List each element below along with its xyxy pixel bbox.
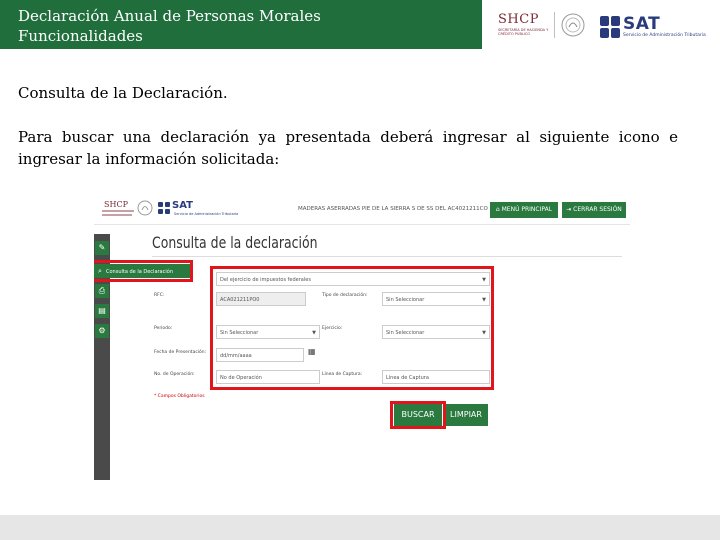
app-sat-subtitle: Servicio de Administración Tributaria bbox=[174, 212, 239, 216]
rfc-label: RFC: bbox=[154, 293, 165, 298]
shcp-logo-subtitle: SECRETARÍA DE HACIENDA Y CRÉDITO PÚBLICO bbox=[498, 28, 549, 36]
page-title: Consulta de la declaración bbox=[152, 233, 318, 252]
app-shcp-subline bbox=[102, 210, 134, 212]
app-shcp-logo: SHCP bbox=[104, 200, 128, 209]
logo-separator bbox=[554, 12, 555, 38]
logout-button[interactable]: ⇥ CERRAR SESIÓN bbox=[562, 202, 626, 218]
footer-band bbox=[0, 515, 720, 540]
header-title-line1: Declaración Anual de Personas Morales bbox=[18, 7, 321, 25]
header-title: Declaración Anual de Personas Morales Fu… bbox=[18, 6, 321, 46]
heading-divider bbox=[152, 256, 622, 257]
periodo-label: Periodo: bbox=[154, 326, 173, 331]
logout-label: CERRAR SESIÓN bbox=[573, 206, 622, 213]
sidebar-highlight-box bbox=[94, 260, 193, 282]
main-menu-label: MENÚ PRINCIPAL bbox=[501, 206, 553, 213]
national-seal-icon bbox=[561, 13, 585, 37]
sat-logo: SAT bbox=[623, 14, 661, 34]
main-menu-button[interactable]: ⌂ MENÚ PRINCIPAL bbox=[490, 202, 558, 218]
section-title: Consulta de la Declaración. bbox=[18, 84, 228, 102]
app-shcp-subline bbox=[102, 214, 132, 216]
edit-icon: ✎ bbox=[98, 243, 106, 252]
sidebar-print-button[interactable]: ⎙ bbox=[95, 284, 109, 298]
shcp-logo: SHCP bbox=[498, 12, 539, 27]
required-fields-note: * Campos Obligatorios bbox=[154, 394, 205, 399]
print-icon: ⎙ bbox=[98, 286, 106, 295]
sidebar-document-button[interactable]: ▤ bbox=[95, 304, 109, 318]
settings-icon: ⚙ bbox=[98, 326, 106, 335]
app-sat-logo: SAT bbox=[172, 200, 193, 211]
sidebar-settings-button[interactable]: ⚙ bbox=[95, 324, 109, 338]
operacion-label: No. de Operación: bbox=[154, 372, 195, 377]
app-sat-icon bbox=[158, 202, 170, 214]
search-button-highlight-box bbox=[390, 401, 446, 429]
sidebar-edit-button[interactable]: ✎ bbox=[95, 241, 109, 255]
app-screenshot: SHCP SAT Servicio de Administración Trib… bbox=[94, 196, 630, 480]
clear-button[interactable]: LIMPIAR bbox=[444, 404, 488, 426]
sat-logo-icon bbox=[600, 16, 620, 38]
header-banner: Declaración Anual de Personas Morales Fu… bbox=[0, 0, 482, 47]
document-icon: ▤ bbox=[98, 306, 106, 315]
fecha-label: Fecha de Presentación: bbox=[154, 350, 207, 355]
header-underline bbox=[0, 47, 482, 49]
taxpayer-name: MADERAS ASERRADAS PIE DE LA SIERRA S DE … bbox=[298, 206, 488, 212]
form-highlight-box bbox=[210, 266, 494, 390]
header-title-line2: Funcionalidades bbox=[18, 27, 143, 45]
sat-logo-subtitle: Servicio de Administración Tributaria bbox=[623, 33, 706, 38]
instruction-paragraph: Para buscar una declaración ya presentad… bbox=[18, 128, 678, 168]
app-seal-icon bbox=[137, 200, 153, 216]
